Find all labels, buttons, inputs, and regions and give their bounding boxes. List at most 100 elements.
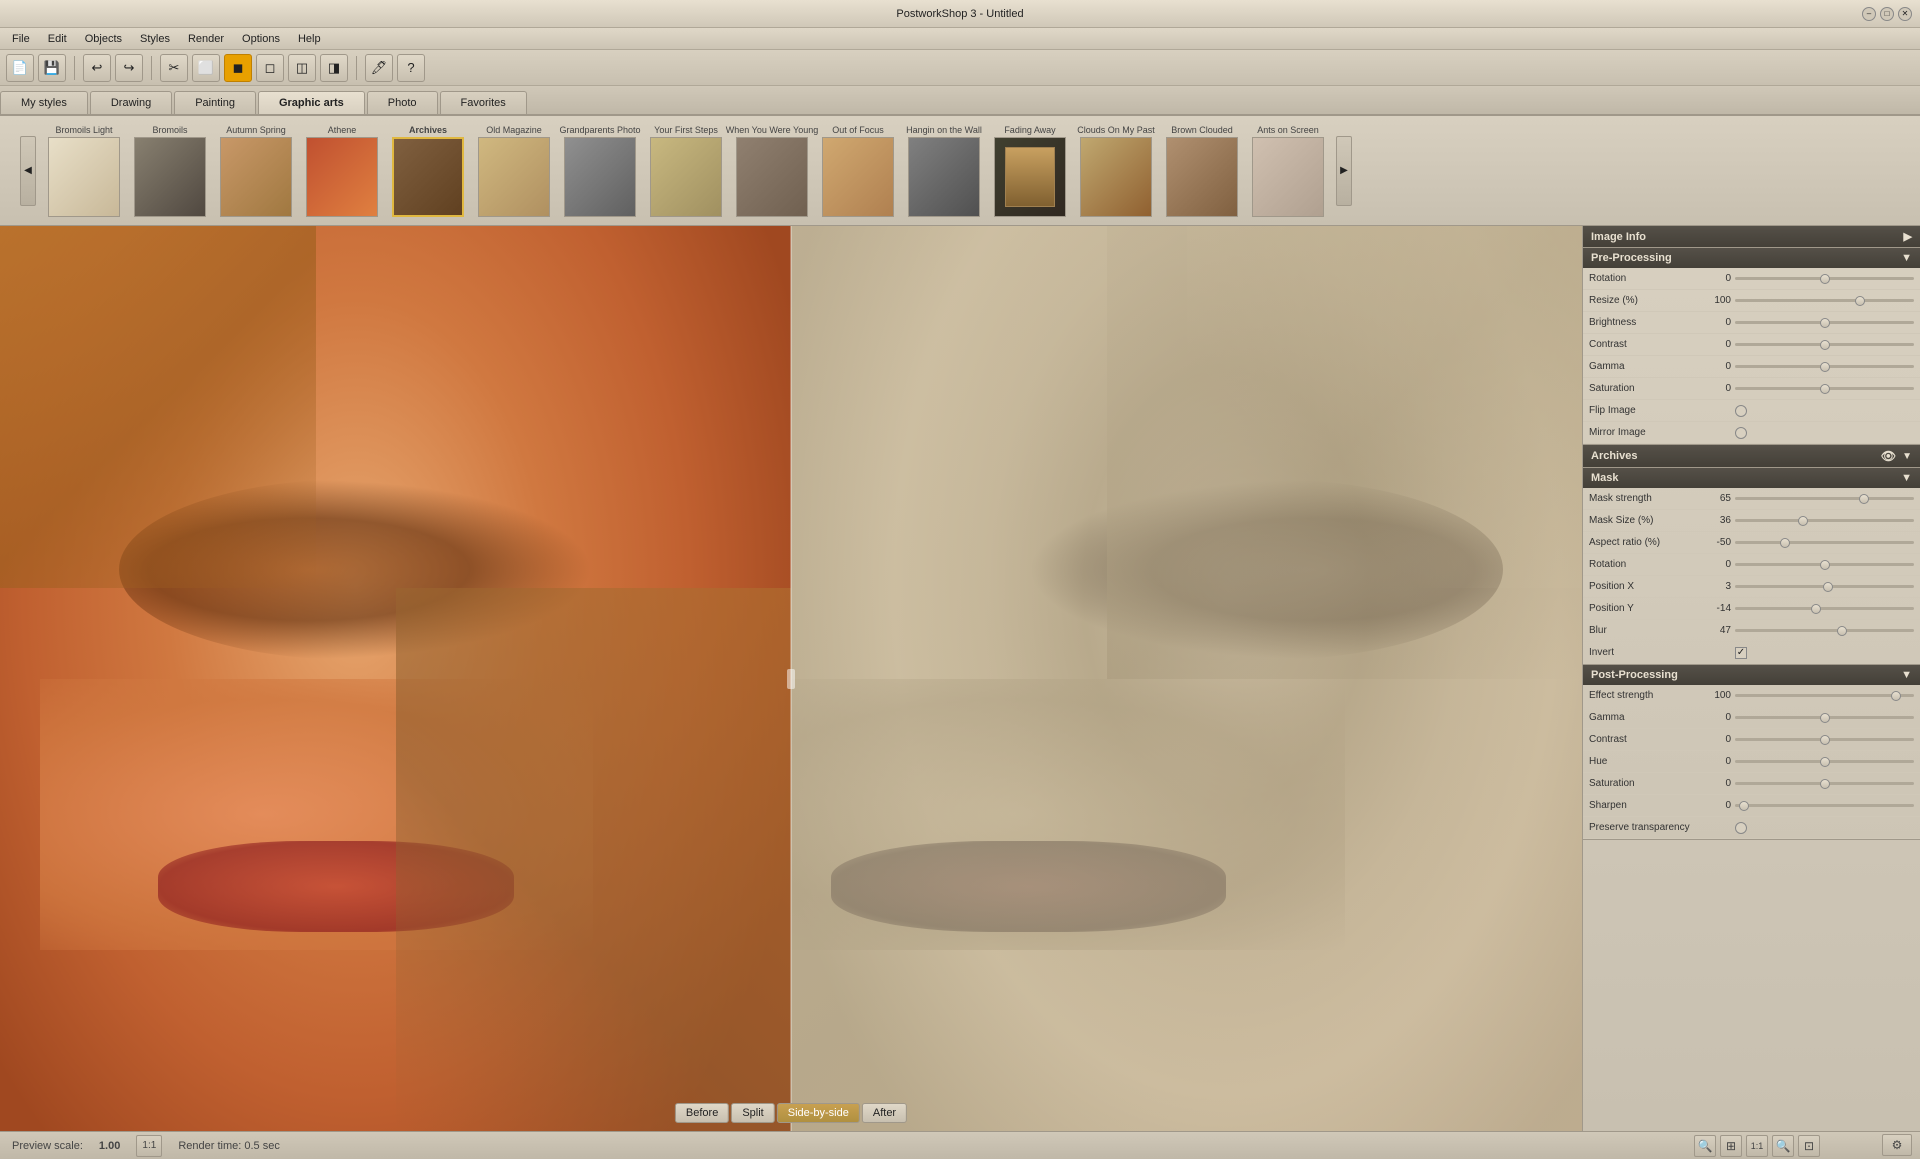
- slider-thumb[interactable]: [1837, 626, 1847, 636]
- slider-thumb[interactable]: [1820, 362, 1830, 372]
- param-mask-strength-slider[interactable]: [1735, 492, 1914, 506]
- split-handle[interactable]: [787, 669, 795, 689]
- mask-header[interactable]: Mask ▼: [1583, 468, 1920, 488]
- flip-circle[interactable]: [1735, 405, 1747, 417]
- settings-icon[interactable]: ⚙: [1882, 1134, 1912, 1156]
- menu-render[interactable]: Render: [180, 31, 232, 47]
- view-before-button[interactable]: Before: [675, 1103, 729, 1123]
- view4-button[interactable]: ◨: [320, 54, 348, 82]
- param-resize-slider[interactable]: [1735, 294, 1914, 308]
- param-hue-slider[interactable]: [1735, 755, 1914, 769]
- thumb-brown-clouded[interactable]: Brown Clouded: [1162, 125, 1242, 217]
- slider-thumb[interactable]: [1811, 604, 1821, 614]
- param-mask-size-slider[interactable]: [1735, 514, 1914, 528]
- param-contrast-slider[interactable]: [1735, 338, 1914, 352]
- tab-my-styles[interactable]: My styles: [0, 91, 88, 114]
- slider-thumb[interactable]: [1855, 296, 1865, 306]
- flip-checkbox[interactable]: [1735, 405, 1747, 417]
- slider-thumb[interactable]: [1820, 384, 1830, 394]
- param-aspect-slider[interactable]: [1735, 536, 1914, 550]
- param-sharpen-slider[interactable]: [1735, 799, 1914, 813]
- zoom-value-btn[interactable]: 1:1: [136, 1135, 162, 1157]
- zoom-100-button[interactable]: 1:1: [1746, 1135, 1768, 1157]
- slider-thumb[interactable]: [1820, 713, 1830, 723]
- view-split-button[interactable]: Split: [731, 1103, 774, 1123]
- thumb-ants-on-screen[interactable]: Ants on Screen: [1248, 125, 1328, 217]
- param-blur-slider[interactable]: [1735, 624, 1914, 638]
- invert-square[interactable]: ✓: [1735, 647, 1747, 659]
- tab-photo[interactable]: Photo: [367, 91, 438, 114]
- menu-file[interactable]: File: [4, 31, 38, 47]
- menu-objects[interactable]: Objects: [77, 31, 130, 47]
- param-post-saturation-slider[interactable]: [1735, 777, 1914, 791]
- help-button[interactable]: ?: [397, 54, 425, 82]
- view3-button[interactable]: ◫: [288, 54, 316, 82]
- view-after-button[interactable]: After: [862, 1103, 907, 1123]
- minimize-button[interactable]: –: [1862, 7, 1876, 21]
- slider-thumb[interactable]: [1820, 779, 1830, 789]
- menu-styles[interactable]: Styles: [132, 31, 178, 47]
- slider-thumb[interactable]: [1820, 735, 1830, 745]
- slider-thumb[interactable]: [1820, 340, 1830, 350]
- thumb-grandparents-photo[interactable]: Grandparents Photo: [560, 125, 640, 217]
- fit-screen-button[interactable]: ⊞: [1720, 1135, 1742, 1157]
- invert-checkbox[interactable]: ✓: [1735, 647, 1747, 659]
- slider-thumb[interactable]: [1859, 494, 1869, 504]
- preserve-circle[interactable]: [1735, 822, 1747, 834]
- mirror-circle[interactable]: [1735, 427, 1747, 439]
- close-button[interactable]: ✕: [1898, 7, 1912, 21]
- slider-thumb[interactable]: [1820, 757, 1830, 767]
- maximize-button[interactable]: □: [1880, 7, 1894, 21]
- thumb-autumn-spring[interactable]: Autumn Spring: [216, 125, 296, 217]
- slider-thumb[interactable]: [1820, 318, 1830, 328]
- new-button[interactable]: 📄: [6, 54, 34, 82]
- post-processing-header[interactable]: Post-Processing ▼: [1583, 665, 1920, 685]
- tab-graphic-arts[interactable]: Graphic arts: [258, 91, 365, 114]
- thumb-athene[interactable]: Athene: [302, 125, 382, 217]
- thumb-bromoils[interactable]: Bromoils: [130, 125, 210, 217]
- slider-thumb[interactable]: [1798, 516, 1808, 526]
- menu-options[interactable]: Options: [234, 31, 288, 47]
- thumb-out-of-focus[interactable]: Out of Focus: [818, 125, 898, 217]
- param-posx-slider[interactable]: [1735, 580, 1914, 594]
- tab-drawing[interactable]: Drawing: [90, 91, 172, 114]
- thumb-next-button[interactable]: ▶: [1336, 136, 1352, 206]
- tab-favorites[interactable]: Favorites: [440, 91, 527, 114]
- thumb-archives[interactable]: Archives: [388, 125, 468, 217]
- thumb-your-first-steps[interactable]: Your First Steps: [646, 125, 726, 217]
- param-rotation-slider[interactable]: [1735, 272, 1914, 286]
- thumb-bromoils-light[interactable]: Bromoils Light: [44, 125, 124, 217]
- tab-painting[interactable]: Painting: [174, 91, 256, 114]
- zoom-in-button[interactable]: 🔍: [1772, 1135, 1794, 1157]
- param-brightness-slider[interactable]: [1735, 316, 1914, 330]
- copy-button[interactable]: ⬜: [192, 54, 220, 82]
- eye-icon[interactable]: 👁: [1881, 449, 1896, 463]
- menu-edit[interactable]: Edit: [40, 31, 75, 47]
- undo-button[interactable]: ↩: [83, 54, 111, 82]
- fullscreen-button[interactable]: ⊡: [1798, 1135, 1820, 1157]
- param-post-gamma-slider[interactable]: [1735, 711, 1914, 725]
- slider-thumb[interactable]: [1820, 560, 1830, 570]
- thumb-hangin-on-the-wall[interactable]: Hangin on the Wall: [904, 125, 984, 217]
- param-post-contrast-slider[interactable]: [1735, 733, 1914, 747]
- slider-thumb[interactable]: [1820, 274, 1830, 284]
- param-saturation-slider[interactable]: [1735, 382, 1914, 396]
- param-gamma-slider[interactable]: [1735, 360, 1914, 374]
- slider-thumb[interactable]: [1780, 538, 1790, 548]
- thumb-clouds-on-my-past[interactable]: Clouds On My Past: [1076, 125, 1156, 217]
- view2-button[interactable]: ◻: [256, 54, 284, 82]
- preserve-checkbox[interactable]: [1735, 822, 1747, 834]
- thumb-old-magazine[interactable]: Old Magazine: [474, 125, 554, 217]
- thumb-prev-button[interactable]: ◀: [20, 136, 36, 206]
- thumb-fading-away[interactable]: Fading Away: [990, 125, 1070, 217]
- cut-button[interactable]: ✂: [160, 54, 188, 82]
- slider-thumb[interactable]: [1823, 582, 1833, 592]
- image-info-header[interactable]: Image Info ▶: [1583, 226, 1920, 247]
- param-effect-strength-slider[interactable]: [1735, 689, 1914, 703]
- redo-button[interactable]: ↪: [115, 54, 143, 82]
- brush-button[interactable]: 🖊: [365, 54, 393, 82]
- param-posy-slider[interactable]: [1735, 602, 1914, 616]
- menu-help[interactable]: Help: [290, 31, 329, 47]
- mirror-checkbox[interactable]: [1735, 427, 1747, 439]
- slider-thumb[interactable]: [1739, 801, 1749, 811]
